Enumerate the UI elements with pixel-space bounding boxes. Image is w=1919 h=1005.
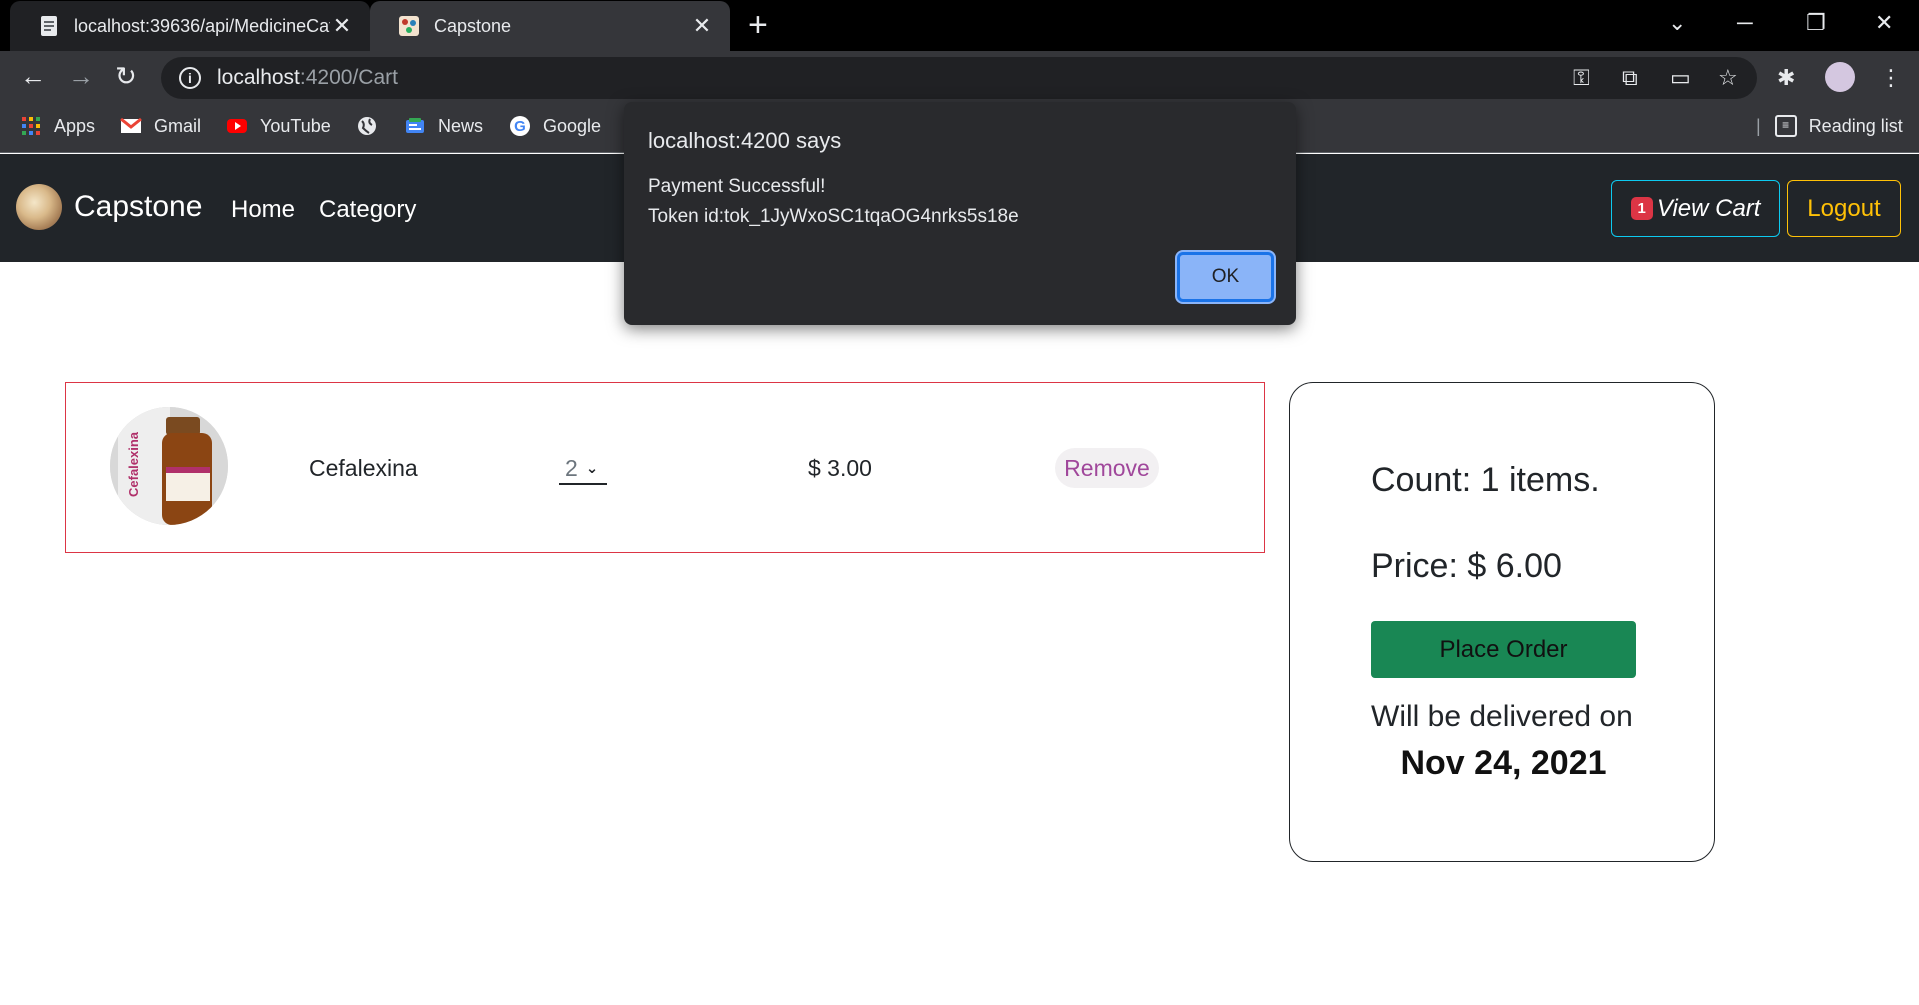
google-icon: G <box>510 116 530 136</box>
bookmark-label: News <box>438 115 484 136</box>
dialog-message-line1: Payment Successful! <box>648 176 826 197</box>
close-tab-icon[interactable]: ✕ <box>330 13 354 39</box>
youtube-icon <box>227 119 247 133</box>
news-icon <box>406 118 424 133</box>
address-path: :4200/Cart <box>299 66 398 89</box>
product-image-text: Cefalexina <box>126 431 141 497</box>
capstone-favicon-icon <box>399 16 419 36</box>
dialog-title: localhost:4200 says <box>648 128 842 153</box>
browser-tab-capstone[interactable]: Capstone ✕ <box>370 1 730 51</box>
extensions-icon[interactable]: ✱ <box>1777 65 1795 91</box>
open-external-icon[interactable]: ⧉ <box>1622 65 1638 91</box>
address-bar[interactable]: i localhost:4200/Cart <box>161 57 1757 99</box>
tab-search-icon[interactable]: ⌄ <box>1668 10 1686 36</box>
place-order-button[interactable]: Place Order <box>1371 621 1636 678</box>
brand-name: Capstone <box>74 190 203 223</box>
globe-icon <box>358 117 376 135</box>
restore-icon[interactable]: ❐ <box>1806 10 1826 36</box>
bookmark-star-icon[interactable]: ☆ <box>1718 65 1738 91</box>
window-close-icon[interactable]: ✕ <box>1875 10 1893 36</box>
back-icon[interactable]: ← <box>20 63 46 89</box>
summary-price: Price: $ 6.00 <box>1371 547 1562 585</box>
password-key-icon[interactable]: ⚿ <box>1573 65 1590 91</box>
minimize-icon[interactable]: ─ <box>1737 10 1753 36</box>
bookmark-label: Apps <box>54 115 96 136</box>
nav-category[interactable]: Category <box>319 196 416 224</box>
product-price: $ 3.00 <box>808 455 872 481</box>
tab-title: Capstone <box>434 15 512 36</box>
card-icon[interactable]: ▭ <box>1670 65 1691 91</box>
bookmark-google[interactable]: G Google <box>509 115 601 137</box>
medicine-bottle-image: Cefalexina <box>110 407 228 525</box>
reading-list-label: Reading list <box>1808 115 1903 136</box>
apps-grid-icon <box>22 117 40 135</box>
summary-count: Count: 1 items. <box>1371 461 1600 499</box>
bookmark-news[interactable]: News <box>404 115 483 137</box>
svg-text:G: G <box>514 118 526 135</box>
reload-icon[interactable]: ↻ <box>115 63 137 89</box>
bookmark-globe[interactable] <box>356 115 390 137</box>
menu-kebab-icon[interactable]: ⋮ <box>1880 65 1902 91</box>
browser-toolbar: ← → ↻ i localhost:4200/Cart ⚿ ⧉ ▭ ☆ ✱ ⋮ <box>0 51 1919 103</box>
site-info-icon[interactable]: i <box>179 67 201 89</box>
cart-count-badge: 1 <box>1630 197 1653 220</box>
dialog-message-line2: Token id:tok_1JyWxoSC1tqaOG4nrks5s18e <box>648 206 1019 227</box>
bookmark-label: YouTube <box>260 115 331 136</box>
delivery-date: Nov 24, 2021 <box>1400 744 1607 782</box>
product-name: Cefalexina <box>309 455 418 481</box>
order-summary-card: Count: 1 items. Price: $ 6.00 Place Orde… <box>1289 382 1715 862</box>
product-image: Cefalexina <box>110 407 228 525</box>
alert-dialog: localhost:4200 says Payment Successful! … <box>624 102 1296 325</box>
logout-button[interactable]: Logout <box>1787 180 1901 237</box>
remove-button[interactable]: Remove <box>1055 448 1159 488</box>
gmail-icon <box>120 117 142 133</box>
bookmark-separator: | <box>1756 115 1761 136</box>
view-cart-button[interactable]: 1 View Cart <box>1611 180 1780 237</box>
forward-icon[interactable]: → <box>68 63 94 89</box>
chevron-down-icon: ⌄ <box>585 460 599 477</box>
reading-list-icon: ≡ <box>1774 115 1797 137</box>
nav-home[interactable]: Home <box>231 196 295 224</box>
brand-logo <box>16 184 62 230</box>
bookmark-label: Google <box>543 115 602 136</box>
brand-link[interactable]: Capstone <box>16 184 202 230</box>
close-tab-icon[interactable]: ✕ <box>690 13 714 39</box>
bookmark-gmail[interactable]: Gmail <box>120 115 201 137</box>
bookmark-youtube[interactable]: YouTube <box>226 115 331 137</box>
browser-tab-api[interactable]: localhost:39636/api/MedicineCat ✕ <box>10 1 370 51</box>
quantity-value: 2 <box>565 454 578 481</box>
reading-list-button[interactable]: | ≡ Reading list <box>1756 115 1903 137</box>
tab-title: localhost:39636/api/MedicineCat <box>74 15 330 36</box>
profile-avatar[interactable] <box>1825 62 1855 92</box>
bookmark-label: Gmail <box>154 115 202 136</box>
delivery-label: Will be delivered on <box>1371 700 1633 733</box>
browser-tab-strip: localhost:39636/api/MedicineCat ✕ Capsto… <box>0 0 1919 51</box>
document-icon <box>41 16 57 36</box>
cart-item-row: Cefalexina Cefalexina 2 ⌄ $ 3.00 Remove <box>65 382 1265 553</box>
dialog-ok-button[interactable]: OK <box>1177 252 1274 302</box>
quantity-select[interactable]: 2 ⌄ <box>559 453 607 485</box>
new-tab-button[interactable]: + <box>748 8 768 42</box>
view-cart-label: View Cart <box>1656 194 1761 222</box>
bookmark-apps[interactable]: Apps <box>20 115 95 137</box>
address-host: localhost <box>217 66 300 89</box>
